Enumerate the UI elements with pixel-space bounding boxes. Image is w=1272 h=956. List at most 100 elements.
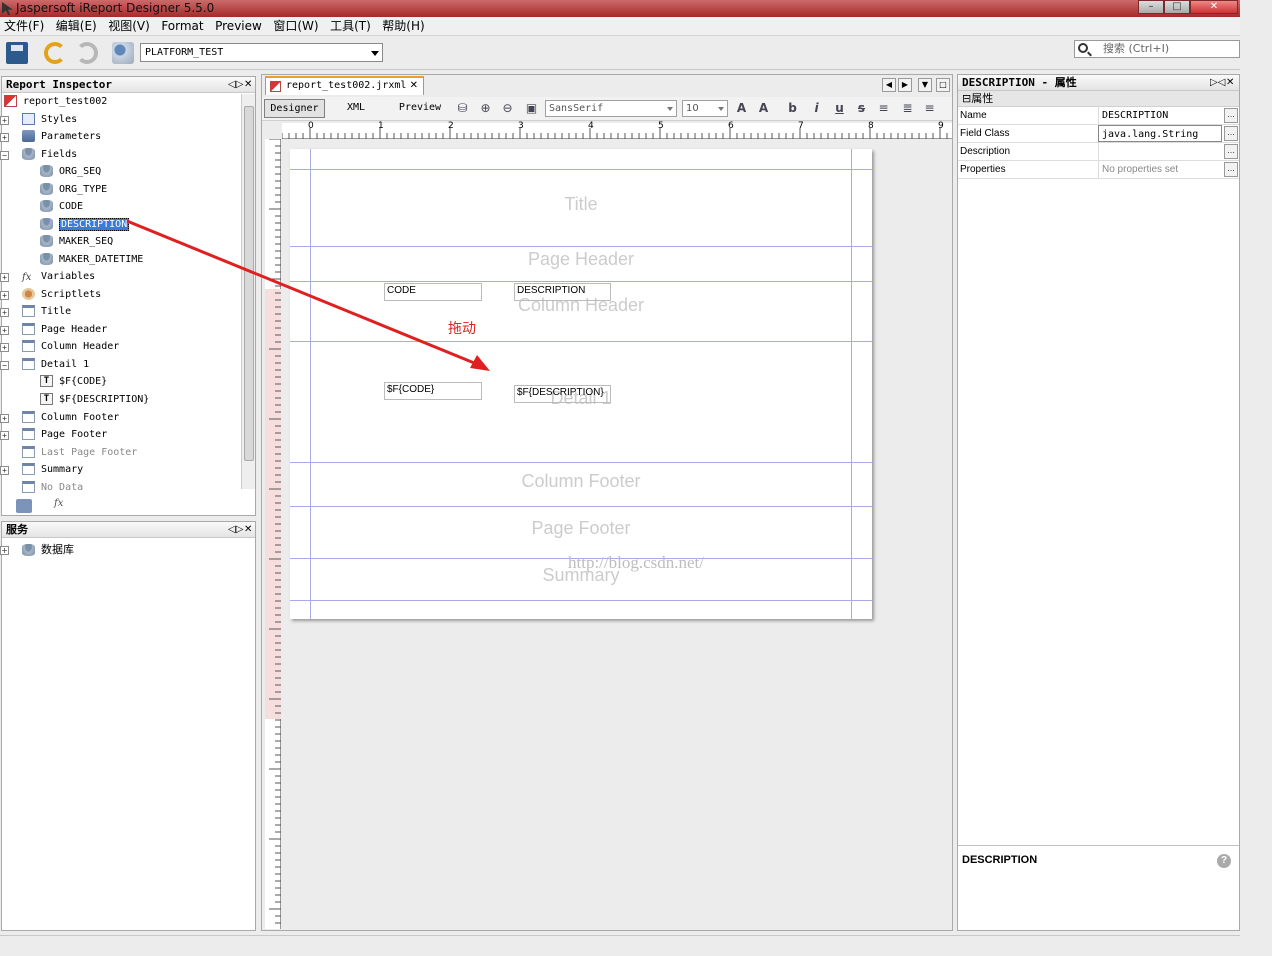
redo-icon[interactable] xyxy=(76,42,98,64)
maximize-button[interactable]: □ xyxy=(1164,0,1190,14)
band-title[interactable]: Title xyxy=(290,170,872,247)
menu-view[interactable]: 视图(V) xyxy=(104,17,154,36)
band-page-header[interactable]: Page Header xyxy=(290,247,872,282)
menu-preview[interactable]: Preview xyxy=(211,17,266,36)
tree-item-page-footer[interactable]: + Page Footer xyxy=(0,427,107,443)
tree-field-selected[interactable]: DESCRIPTION xyxy=(40,217,130,233)
strikethrough-icon[interactable]: s xyxy=(854,101,869,116)
tree-field[interactable]: ORG_SEQ xyxy=(40,164,101,180)
tree-field[interactable]: ORG_TYPE xyxy=(40,182,107,198)
bold-icon[interactable]: b xyxy=(785,101,800,116)
datasource-select[interactable]: PLATFORM_TEST xyxy=(140,43,383,62)
decrease-font-icon[interactable]: A xyxy=(756,101,771,116)
properties-section[interactable]: ⊟属性 xyxy=(958,91,1239,107)
menu-tools[interactable]: 工具(T) xyxy=(326,17,375,36)
tree-scrollbar[interactable] xyxy=(241,94,255,489)
tree-detail-child[interactable]: T $F{CODE} xyxy=(40,374,107,390)
parameters-icon[interactable] xyxy=(16,499,32,513)
scrollbar-thumb[interactable] xyxy=(244,106,254,461)
band-page-footer[interactable]: Page Footer xyxy=(290,507,872,559)
tree-item-column-footer[interactable]: + Column Footer xyxy=(0,410,119,426)
align-left-icon[interactable]: ≡ xyxy=(876,101,891,116)
report-inspector-panel: Report Inspector ◁▷ ✕ report_test002 + St… xyxy=(0,76,256,516)
align-justify-icon[interactable]: ≣ xyxy=(900,101,915,116)
scriptlet-icon xyxy=(22,288,35,300)
minimize-panel-icon[interactable]: ◁▷ xyxy=(228,77,243,93)
edit-button[interactable]: … xyxy=(1224,108,1238,123)
tree-item-scriptlets[interactable]: + Scriptlets xyxy=(0,287,101,303)
tree-root[interactable]: report_test002 xyxy=(4,94,107,110)
save-icon[interactable] xyxy=(6,42,28,64)
tree-detail-child[interactable]: T $F{DESCRIPTION} xyxy=(40,392,149,408)
tree-field[interactable]: MAKER_DATETIME xyxy=(40,252,143,268)
tree-item-database[interactable]: + 数据库 xyxy=(0,542,74,558)
font-size-select[interactable]: 10 xyxy=(682,100,728,117)
static-text-description[interactable]: DESCRIPTION xyxy=(514,283,611,301)
edit-button[interactable]: … xyxy=(1224,162,1238,177)
textfield-description[interactable]: $F{DESCRIPTION} xyxy=(514,385,611,403)
menu-bar: 文件(F) 编辑(E) 视图(V) Format Preview 窗口(W) 工… xyxy=(0,17,1240,36)
tree-item-styles[interactable]: + Styles xyxy=(0,112,77,128)
italic-icon[interactable]: i xyxy=(809,101,824,116)
static-text-code[interactable]: CODE xyxy=(384,283,482,301)
font-family-select[interactable]: SansSerif xyxy=(545,100,677,117)
tree-item-variables[interactable]: + fx Variables xyxy=(0,269,95,285)
minimize-panel-icon[interactable]: ◁▷ xyxy=(228,522,243,538)
search-input[interactable]: 搜索 (Ctrl+I) xyxy=(1074,40,1240,58)
property-properties[interactable]: Properties No properties set… xyxy=(958,161,1239,179)
function-icon[interactable]: fx xyxy=(54,498,63,509)
minimize-panel-icon[interactable]: ▷◁ xyxy=(1210,75,1225,91)
tree-item-no-data[interactable]: No Data xyxy=(22,480,83,496)
maximize-editor-icon[interactable]: □ xyxy=(936,78,950,92)
tree-item-last-page-footer[interactable]: Last Page Footer xyxy=(22,445,137,461)
textfield-code[interactable]: $F{CODE} xyxy=(384,382,482,400)
menu-edit[interactable]: 编辑(E) xyxy=(52,17,101,36)
services-header: 服务 ◁▷ ✕ xyxy=(2,522,255,538)
preview-view-button[interactable]: Preview xyxy=(390,99,450,118)
zoom-in-icon[interactable]: ⊕ xyxy=(478,101,493,116)
undo-icon[interactable] xyxy=(44,42,66,64)
help-icon[interactable]: ? xyxy=(1217,854,1231,868)
menu-help[interactable]: 帮助(H) xyxy=(378,17,428,36)
report-canvas[interactable]: Title Page Header Column Header Detail 1… xyxy=(290,149,872,619)
scroll-left-icon[interactable]: ◀ xyxy=(882,78,896,92)
close-panel-icon[interactable]: ✕ xyxy=(244,522,252,538)
tree-item-page-header[interactable]: + Page Header xyxy=(0,322,107,338)
scroll-right-icon[interactable]: ▶ xyxy=(898,78,912,92)
close-panel-icon[interactable]: ✕ xyxy=(244,77,252,93)
properties-icon[interactable]: ▣ xyxy=(524,101,539,116)
zoom-out-icon[interactable]: ⊖ xyxy=(500,101,515,116)
property-name[interactable]: Name DESCRIPTION… xyxy=(958,107,1239,125)
field-icon xyxy=(40,183,53,195)
report-query-icon[interactable]: ⛁ xyxy=(455,101,470,116)
tree-item-column-header[interactable]: + Column Header xyxy=(0,339,119,355)
tab-report-file[interactable]: report_test002.jrxml ✕ xyxy=(265,76,424,95)
menu-file[interactable]: 文件(F) xyxy=(0,17,48,36)
xml-view-button[interactable]: XML xyxy=(336,99,376,118)
menu-window[interactable]: 窗口(W) xyxy=(269,17,322,36)
underline-icon[interactable]: u xyxy=(832,101,847,116)
designer-view-button[interactable]: Designer xyxy=(264,99,325,118)
tree-item-title[interactable]: + Title xyxy=(0,304,71,320)
tree-item-detail[interactable]: − Detail 1 xyxy=(0,357,89,373)
tree-item-summary[interactable]: + Summary xyxy=(0,462,83,478)
tree-item-parameters[interactable]: + Parameters xyxy=(0,129,101,145)
close-panel-icon[interactable]: ✕ xyxy=(1226,75,1234,91)
menu-format[interactable]: Format xyxy=(157,17,207,36)
band-column-footer[interactable]: Column Footer xyxy=(290,463,872,507)
close-tab-icon[interactable]: ✕ xyxy=(410,78,418,94)
tree-item-fields[interactable]: − Fields xyxy=(0,147,77,163)
increase-font-icon[interactable]: A xyxy=(734,101,749,116)
close-button[interactable]: ✕ xyxy=(1190,0,1238,14)
align-center-icon[interactable]: ≡ xyxy=(922,101,937,116)
edit-button[interactable]: … xyxy=(1224,126,1238,141)
ruler-label: 2 xyxy=(448,121,454,131)
property-field-class[interactable]: Field Class java.lang.String… xyxy=(958,125,1239,143)
tree-field[interactable]: CODE xyxy=(40,199,83,215)
tree-field[interactable]: MAKER_SEQ xyxy=(40,234,113,250)
minimize-button[interactable]: – xyxy=(1138,0,1164,14)
property-description[interactable]: Description… xyxy=(958,143,1239,161)
edit-button[interactable]: … xyxy=(1224,144,1238,159)
tab-list-icon[interactable]: ▼ xyxy=(918,78,932,92)
datasource-icon[interactable] xyxy=(112,42,134,64)
